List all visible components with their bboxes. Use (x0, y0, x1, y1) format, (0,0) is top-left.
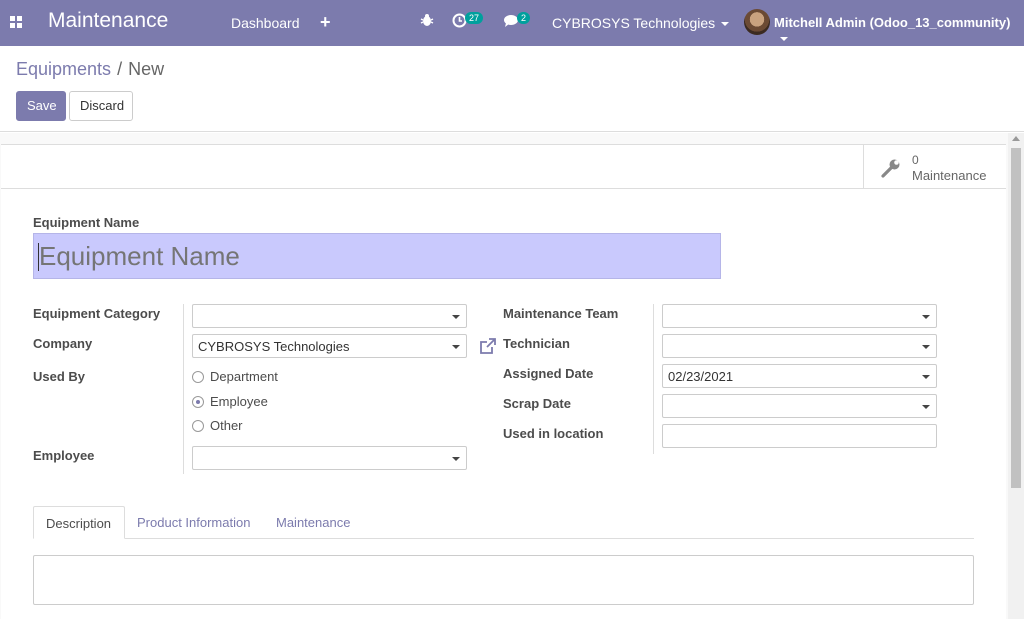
company-value: CYBROSYS Technologies (198, 339, 350, 354)
text-cursor (38, 243, 39, 271)
used-by-label: Used By (33, 369, 86, 384)
apps-grid-icon[interactable] (10, 16, 23, 28)
activity-count-badge: 27 (465, 12, 484, 24)
plus-icon[interactable]: + (320, 12, 331, 33)
chevron-down-icon (452, 457, 460, 461)
equipment-name-label: Equipment Name (33, 215, 140, 230)
menu-dashboard[interactable]: Dashboard (231, 15, 300, 31)
used-in-location-label: Used in location (503, 426, 604, 441)
radio-label-other[interactable]: Other (210, 418, 243, 433)
assigned-date-input[interactable]: 02/23/2021 (662, 364, 937, 388)
company-name: CYBROSYS Technologies (552, 15, 716, 31)
user-menu[interactable]: Mitchell Admin (Odoo_13_community) (774, 15, 1024, 45)
chevron-down-icon (721, 22, 730, 27)
breadcrumb-equipments[interactable]: Equipments (16, 59, 111, 79)
maintenance-team-label: Maintenance Team (503, 306, 619, 321)
equipment-name-input[interactable] (33, 233, 721, 279)
technician-label: Technician (503, 336, 570, 351)
control-panel: Equipments / New Save Discard (0, 46, 1024, 132)
button-box: 0 Maintenance (1, 145, 1006, 189)
company-select[interactable]: CYBROSYS Technologies (192, 334, 467, 358)
employee-select[interactable] (192, 446, 467, 470)
radio-employee[interactable] (192, 396, 204, 408)
maintenance-smart-button[interactable]: 0 Maintenance (863, 145, 1006, 189)
radio-label-employee[interactable]: Employee (210, 394, 268, 409)
scrap-date-input[interactable] (662, 394, 937, 418)
radio-department[interactable] (192, 371, 204, 383)
assigned-date-value: 02/23/2021 (668, 369, 734, 384)
equipment-category-select[interactable] (192, 304, 467, 328)
app-title[interactable]: Maintenance (48, 9, 168, 33)
bug-icon[interactable] (420, 13, 434, 31)
message-count-badge: 2 (517, 12, 531, 24)
maintenance-count: 0 (912, 153, 919, 167)
company-label: Company (33, 336, 93, 351)
chevron-down-icon (452, 315, 460, 319)
chevron-down-icon (922, 315, 930, 319)
scroll-thumb[interactable] (1011, 148, 1021, 488)
chevron-down-icon (922, 345, 930, 349)
radio-other[interactable] (192, 420, 204, 432)
tab-maintenance[interactable]: Maintenance (264, 506, 362, 539)
scroll-up-icon[interactable] (1012, 136, 1020, 141)
external-link-icon[interactable] (479, 337, 497, 355)
discard-button[interactable]: Discard (69, 91, 133, 121)
chevron-down-icon (780, 36, 788, 41)
description-textarea[interactable] (33, 555, 974, 605)
assigned-date-label: Assigned Date (503, 366, 594, 381)
chevron-down-icon (452, 345, 460, 349)
right-group-divider (653, 304, 654, 454)
equipment-category-label: Equipment Category (33, 306, 161, 321)
company-switcher[interactable]: CYBROSYS Technologies (552, 15, 730, 31)
breadcrumb-current: New (128, 59, 165, 79)
employee-label: Employee (33, 448, 95, 463)
wrench-icon (880, 157, 902, 179)
left-group-divider (183, 304, 184, 474)
breadcrumb-separator: / (117, 59, 123, 79)
breadcrumb: Equipments / New (16, 59, 164, 80)
top-navbar: Maintenance Dashboard + 27 2 CYBROSYS Te… (0, 0, 1024, 46)
radio-label-department[interactable]: Department (210, 369, 278, 384)
tab-product-information[interactable]: Product Information (125, 506, 262, 539)
chevron-down-icon (922, 405, 930, 409)
maintenance-label: Maintenance (912, 168, 987, 183)
technician-select[interactable] (662, 334, 937, 358)
used-in-location-input[interactable] (662, 424, 937, 448)
scrap-date-label: Scrap Date (503, 396, 571, 411)
avatar[interactable] (744, 9, 770, 35)
maintenance-team-select[interactable] (662, 304, 937, 328)
user-name: Mitchell Admin (Odoo_13_community) (774, 15, 1011, 30)
save-button[interactable]: Save (16, 91, 66, 121)
chevron-down-icon (922, 375, 930, 379)
scrollbar[interactable] (1008, 133, 1024, 619)
tab-description[interactable]: Description (33, 506, 125, 539)
